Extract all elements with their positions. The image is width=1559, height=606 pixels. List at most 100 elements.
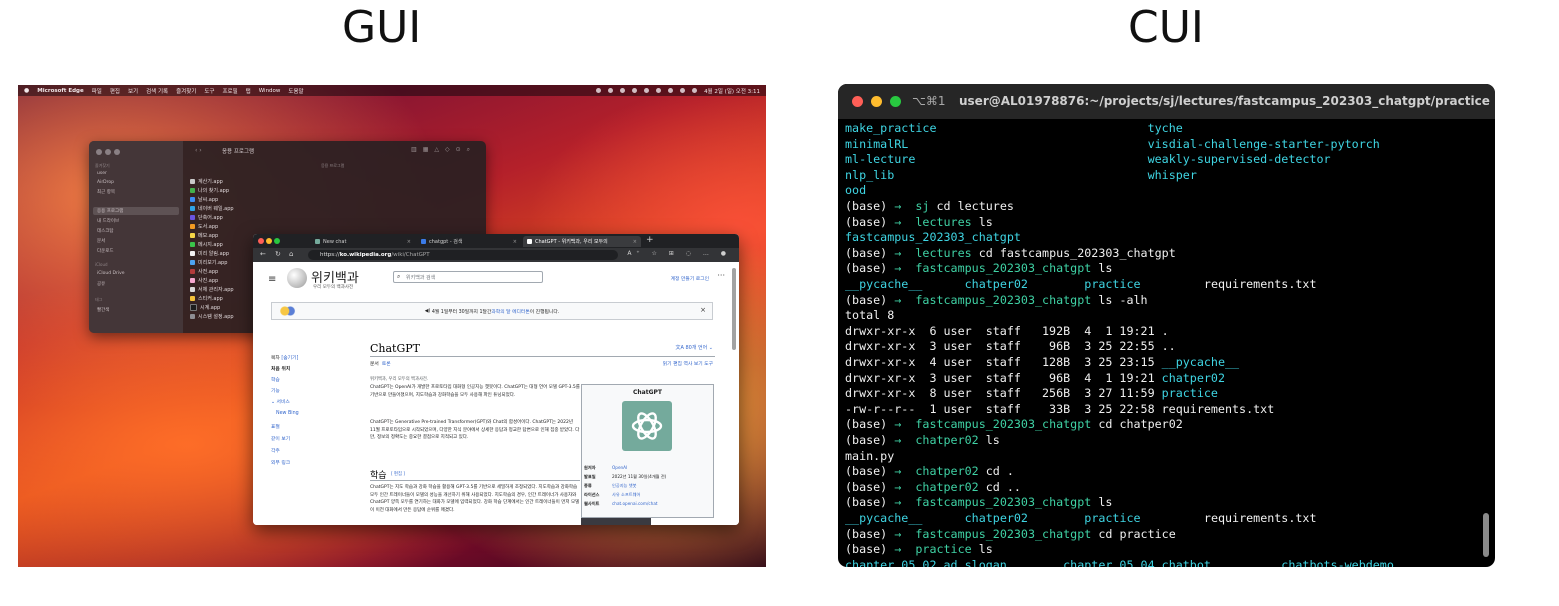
sidebar-item-tag-red[interactable]: 빨간색 (97, 307, 109, 313)
close-tab-icon[interactable]: × (633, 239, 637, 245)
toc-subitem[interactable]: New Bing (276, 411, 299, 416)
browser-tab-search[interactable]: chatgpt - 검색 × (417, 236, 521, 247)
menubar-clock[interactable]: 4월 2일 (일) 오전 3:11 (704, 87, 760, 95)
file-item[interactable]: 미리 알림.app (190, 250, 229, 257)
menubar-item-help[interactable]: 도움말 (288, 87, 303, 95)
file-item[interactable]: 미리보기.app (190, 259, 227, 266)
browser-tab-new-chat[interactable]: New chat × (311, 236, 415, 247)
article-action-tabs[interactable]: 읽기 편집 역사 보기 도구 (663, 360, 713, 367)
file-item[interactable]: 시스템 설정.app (190, 313, 234, 320)
back-icon[interactable]: ← (260, 250, 266, 258)
status-icon[interactable] (596, 88, 602, 93)
search-icon[interactable] (692, 88, 698, 93)
home-icon[interactable]: ⌂ (289, 250, 293, 258)
close-tab-icon[interactable]: × (513, 239, 517, 245)
toc-item[interactable]: 같이 보기 (271, 435, 290, 442)
section-edit-link[interactable]: [ 편집 ] (391, 471, 405, 477)
tab-article[interactable]: 문서 (370, 362, 379, 367)
file-item[interactable]: 단축어.app (190, 214, 223, 221)
menubar-item-window[interactable]: Window (259, 88, 281, 94)
toc-item[interactable]: 표절 (271, 423, 280, 430)
close-tab-icon[interactable]: × (407, 239, 411, 245)
infobox-screenshot-thumbnail[interactable] (581, 518, 651, 525)
sidebar-item-airdrop[interactable]: AirDrop (97, 180, 114, 185)
toc-item[interactable]: 처음 위치 (271, 365, 290, 372)
menubar-item-favorites[interactable]: 즐겨찾기 (176, 87, 196, 95)
terminal-text: main.py (845, 448, 895, 463)
refresh-icon[interactable]: ↻ (275, 250, 281, 258)
toc-item[interactable]: 기능 (271, 387, 280, 394)
sidebar-item-downloads[interactable]: 다운로드 (97, 248, 114, 254)
sidebar-item-desktop[interactable]: 데스크탑 (97, 228, 114, 234)
volume-icon[interactable] (656, 88, 662, 93)
terminal-output[interactable]: make_practice tyche minimalRL visdial-cha… (845, 119, 1485, 567)
menubar-item-tab[interactable]: 탭 (246, 87, 251, 95)
file-item[interactable]: 계산기.app (190, 178, 223, 185)
finder-back-forward[interactable]: ‹ › (195, 147, 202, 154)
language-selector[interactable]: 文A 80개 언어 ⌄ (675, 344, 713, 351)
close-window-button[interactable] (258, 238, 264, 244)
status-icon[interactable] (608, 88, 614, 93)
file-item[interactable]: 도서.app (190, 223, 218, 230)
banner-link[interactable]: 과학의 달 에디터톤 (491, 308, 529, 315)
file-item[interactable]: 메시지.app (190, 241, 223, 248)
wiki-account-links[interactable]: 계정 만들기 로그인 (671, 275, 709, 282)
bluetooth-icon[interactable] (644, 88, 650, 93)
sidebar-item-recents[interactable]: 최근 항목 (97, 189, 115, 195)
browser-toolbar-icons[interactable]: A⁺ ☆ ⊞ ◌ … ● (627, 250, 731, 257)
menubar-item-edit[interactable]: 편집 (110, 87, 120, 95)
zoom-window-button[interactable] (114, 149, 120, 155)
minimize-window-button[interactable] (105, 149, 111, 155)
zoom-window-button[interactable] (890, 96, 901, 107)
menubar-item-history[interactable]: 검색 기록 (146, 87, 168, 95)
new-tab-button[interactable]: + (646, 235, 654, 245)
apple-icon[interactable]: ● (24, 87, 29, 94)
close-window-button[interactable] (852, 96, 863, 107)
zoom-window-button[interactable] (274, 238, 280, 244)
minimize-window-button[interactable] (266, 238, 272, 244)
address-bar[interactable]: https://ko.wikipedia.org/wiki/ChatGPT (308, 250, 618, 260)
scrollbar[interactable] (732, 268, 736, 350)
file-item[interactable]: 서체 관리자.app (190, 286, 234, 293)
sidebar-item-shared[interactable]: 공유 (97, 281, 105, 287)
close-icon[interactable]: × (700, 306, 706, 314)
sidebar-item-user[interactable]: user (97, 171, 107, 176)
menubar-item-view[interactable]: 보기 (128, 87, 138, 95)
tab-talk[interactable]: 토론 (382, 362, 391, 367)
scrollbar[interactable] (1483, 513, 1489, 557)
file-item[interactable]: 나의 찾기.app (190, 187, 229, 194)
wifi-icon[interactable] (680, 88, 686, 93)
menubar-app-name[interactable]: Microsoft Edge (37, 88, 83, 94)
file-item[interactable]: 날씨.app (190, 196, 218, 203)
toc-hide-link[interactable]: [숨기기] (281, 356, 298, 361)
browser-tab-wikipedia[interactable]: ChatGPT - 위키백과, 우리 모두의 × (523, 236, 641, 247)
toc-item[interactable]: 각주 (271, 447, 280, 454)
file-item[interactable]: 메모.app (190, 232, 218, 239)
more-options-icon[interactable]: ··· (717, 271, 725, 280)
status-icon[interactable] (620, 88, 626, 93)
sidebar-item-icloud-drive[interactable]: iCloud Drive (97, 271, 125, 276)
article-subtitle: 위키백과, 우리 모두의 백과사전. (370, 377, 429, 382)
menubar-item-file[interactable]: 파일 (92, 87, 102, 95)
toc-item[interactable]: 외부 링크 (271, 459, 290, 466)
sidebar-item-applications[interactable]: 응용 프로그램 (97, 208, 123, 214)
toc-item[interactable]: ⌄ 서비스 (271, 398, 290, 405)
menubar-item-profile[interactable]: 프로필 (222, 87, 237, 95)
toc-item[interactable]: 학습 (271, 376, 280, 383)
status-icon[interactable] (632, 88, 638, 93)
sidebar-item-documents[interactable]: 문서 (97, 238, 105, 244)
menubar-item-tools[interactable]: 도구 (204, 87, 214, 95)
file-item[interactable]: 시계.app (190, 304, 220, 311)
finder-toolbar-icons[interactable]: ▥▦△◇⊙⌕ (411, 146, 476, 154)
file-item[interactable]: 네이버 웨일.app (190, 205, 234, 212)
battery-icon[interactable] (668, 88, 674, 93)
wiki-search-input[interactable]: ⌕ 위키백과 검색 (393, 271, 543, 283)
file-item[interactable]: 스티커.app (190, 295, 223, 302)
file-item[interactable]: 사진.app (190, 277, 218, 284)
hamburger-menu-icon[interactable]: ≡ (268, 274, 276, 285)
minimize-window-button[interactable] (871, 96, 882, 107)
wikipedia-logo[interactable] (287, 268, 307, 288)
file-item[interactable]: 사전.app (190, 268, 218, 275)
close-window-button[interactable] (96, 149, 102, 155)
sidebar-item-my-drive[interactable]: 내 드라이브 (97, 218, 119, 224)
